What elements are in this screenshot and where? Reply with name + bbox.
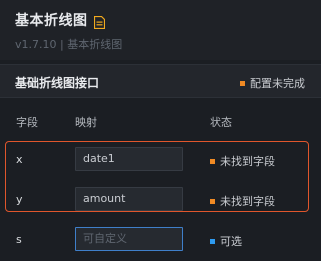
field-name: s <box>16 233 22 246</box>
status-dot-icon <box>210 198 215 204</box>
document-icon[interactable] <box>93 14 105 29</box>
component-header: 基本折线图 v1.7.10 | 基本折线图 <box>0 0 321 60</box>
mapping-input-y[interactable]: amount <box>75 187 183 211</box>
mapping-input-x[interactable]: date1 <box>75 147 183 171</box>
mapping-row-s: s 可自定义 可选 <box>0 221 321 257</box>
field-name: y <box>16 193 23 206</box>
version-label: v1.7.10 | 基本折线图 <box>15 38 123 51</box>
section-status: 配置未完成 <box>240 75 305 91</box>
row-status: 未找到字段 <box>210 153 275 169</box>
status-dot-icon <box>210 238 215 244</box>
column-header-field: 字段 <box>16 116 38 129</box>
row-status: 未找到字段 <box>210 193 275 209</box>
status-dot-icon <box>210 158 215 164</box>
mapping-input-s[interactable]: 可自定义 <box>75 227 183 251</box>
title-row: 基本折线图 <box>15 11 105 29</box>
section-title: 基础折线图接口 <box>15 76 100 90</box>
data-mapping-panel: 基本折线图 v1.7.10 | 基本折线图 基础折线图接口 配置未完成 字段 映… <box>0 0 321 261</box>
field-name: x <box>16 153 23 166</box>
status-dot-icon <box>240 80 245 86</box>
row-status-text: 可选 <box>220 235 242 248</box>
row-status-text: 未找到字段 <box>220 155 275 168</box>
row-status-text: 未找到字段 <box>220 195 275 208</box>
column-header-status: 状态 <box>210 116 232 129</box>
mapping-row-x: x date1 未找到字段 <box>0 141 321 177</box>
component-title: 基本折线图 <box>15 13 88 29</box>
section-status-text: 配置未完成 <box>250 77 305 90</box>
mapping-row-y: y amount 未找到字段 <box>0 181 321 217</box>
row-status: 可选 <box>210 233 242 249</box>
column-header-mapping: 映射 <box>75 116 97 129</box>
section-header[interactable]: 基础折线图接口 配置未完成 <box>0 64 321 98</box>
